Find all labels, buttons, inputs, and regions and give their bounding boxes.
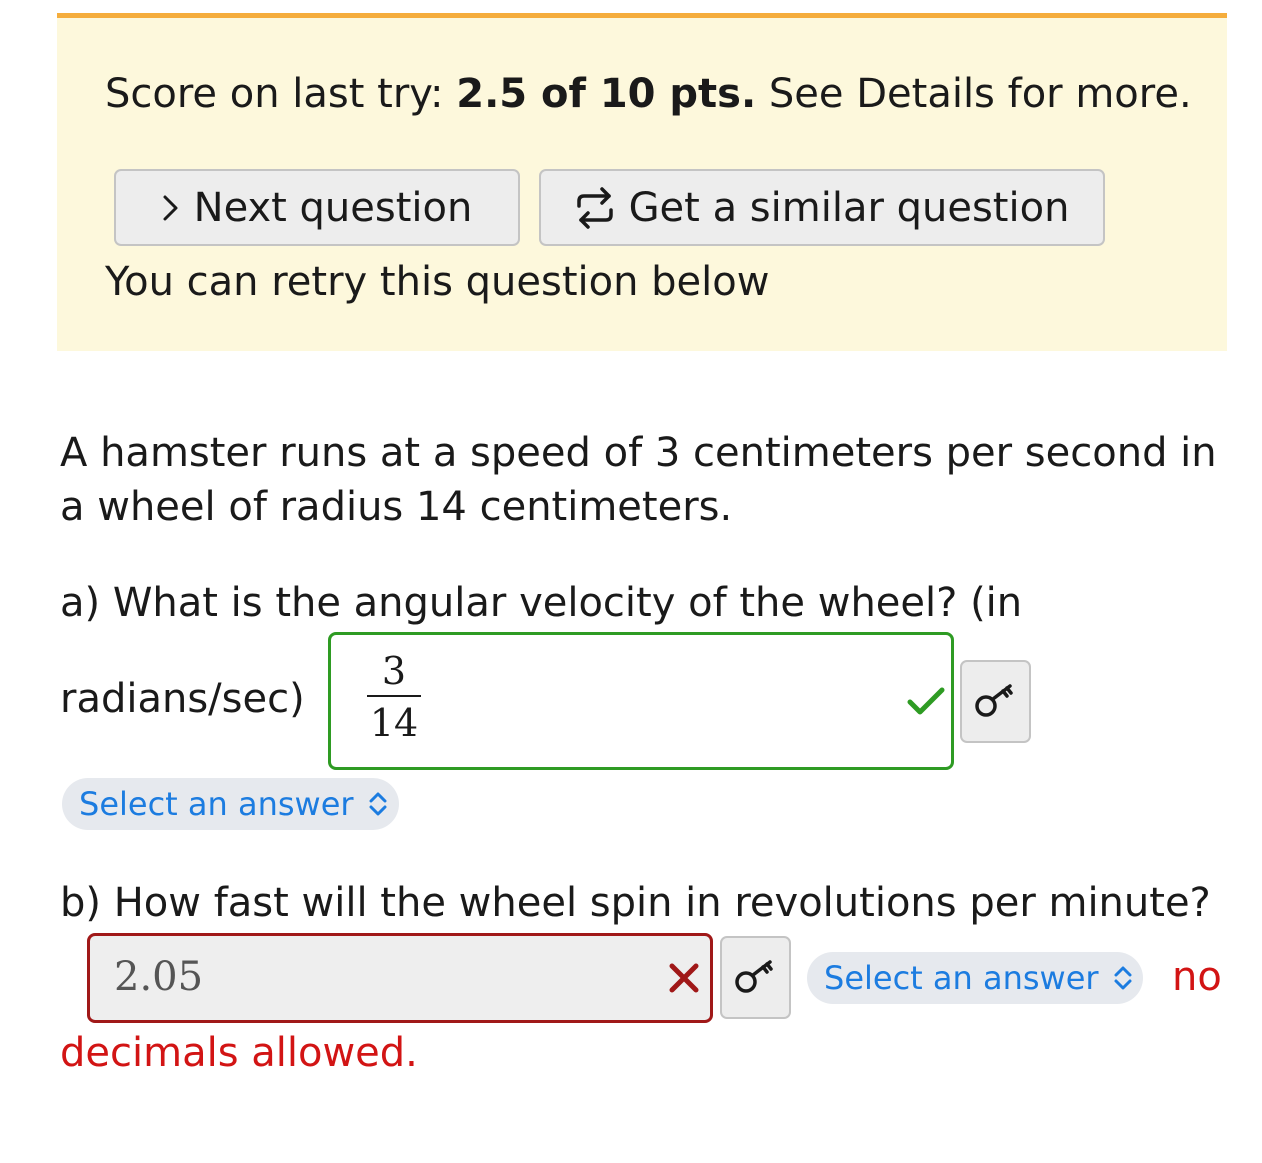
similar-question-label: Get a similar question xyxy=(628,184,1070,231)
chevron-up-down-icon xyxy=(368,790,388,818)
part-a-prompt: a) What is the angular velocity of the w… xyxy=(60,580,1023,626)
question-text: A hamster runs at a speed of 3 centimete… xyxy=(60,430,1217,530)
part-b-key-button[interactable] xyxy=(720,936,791,1019)
answer-fraction: 3 14 xyxy=(367,649,421,745)
chevron-up-down-icon xyxy=(1113,964,1133,992)
part-b-error-message-end: decimals allowed. xyxy=(60,1030,418,1076)
key-icon xyxy=(974,680,1018,723)
part-b-answer-field[interactable]: 2.05 xyxy=(87,933,713,1023)
part-b-answer-value: 2.05 xyxy=(114,954,204,1000)
part-a-unit-select[interactable]: Select an answer xyxy=(62,778,399,830)
part-a-answer-field[interactable]: 3 14 xyxy=(328,632,954,770)
next-question-label: Next question xyxy=(193,184,473,231)
chevron-right-icon xyxy=(162,194,180,222)
part-a-unit-label: radians/sec) xyxy=(60,676,305,722)
key-icon xyxy=(734,956,778,999)
check-icon xyxy=(907,687,945,721)
select-label: Select an answer xyxy=(824,959,1099,997)
part-b-prompt: b) How fast will the wheel spin in revol… xyxy=(60,880,1211,926)
retry-message: You can retry this question below xyxy=(105,259,770,305)
fraction-numerator: 3 xyxy=(381,649,407,693)
fraction-denominator: 14 xyxy=(369,701,419,745)
part-b-unit-select[interactable]: Select an answer xyxy=(807,952,1143,1004)
part-b-error-message-start: no xyxy=(1172,954,1222,1000)
score-prefix: Score on last try: xyxy=(105,71,457,117)
select-label: Select an answer xyxy=(79,785,354,823)
score-banner: Score on last try: 2.5 of 10 pts. See De… xyxy=(57,13,1227,351)
score-suffix: See Details for more. xyxy=(756,71,1192,117)
cross-icon xyxy=(668,962,700,998)
fraction-bar xyxy=(367,695,421,697)
next-question-button[interactable]: Next question xyxy=(114,169,520,246)
repeat-icon xyxy=(575,186,615,230)
similar-question-button[interactable]: Get a similar question xyxy=(539,169,1105,246)
score-summary: Score on last try: 2.5 of 10 pts. See De… xyxy=(105,70,1192,118)
score-value: 2.5 of 10 pts. xyxy=(456,71,757,117)
part-a-key-button[interactable] xyxy=(960,660,1031,743)
